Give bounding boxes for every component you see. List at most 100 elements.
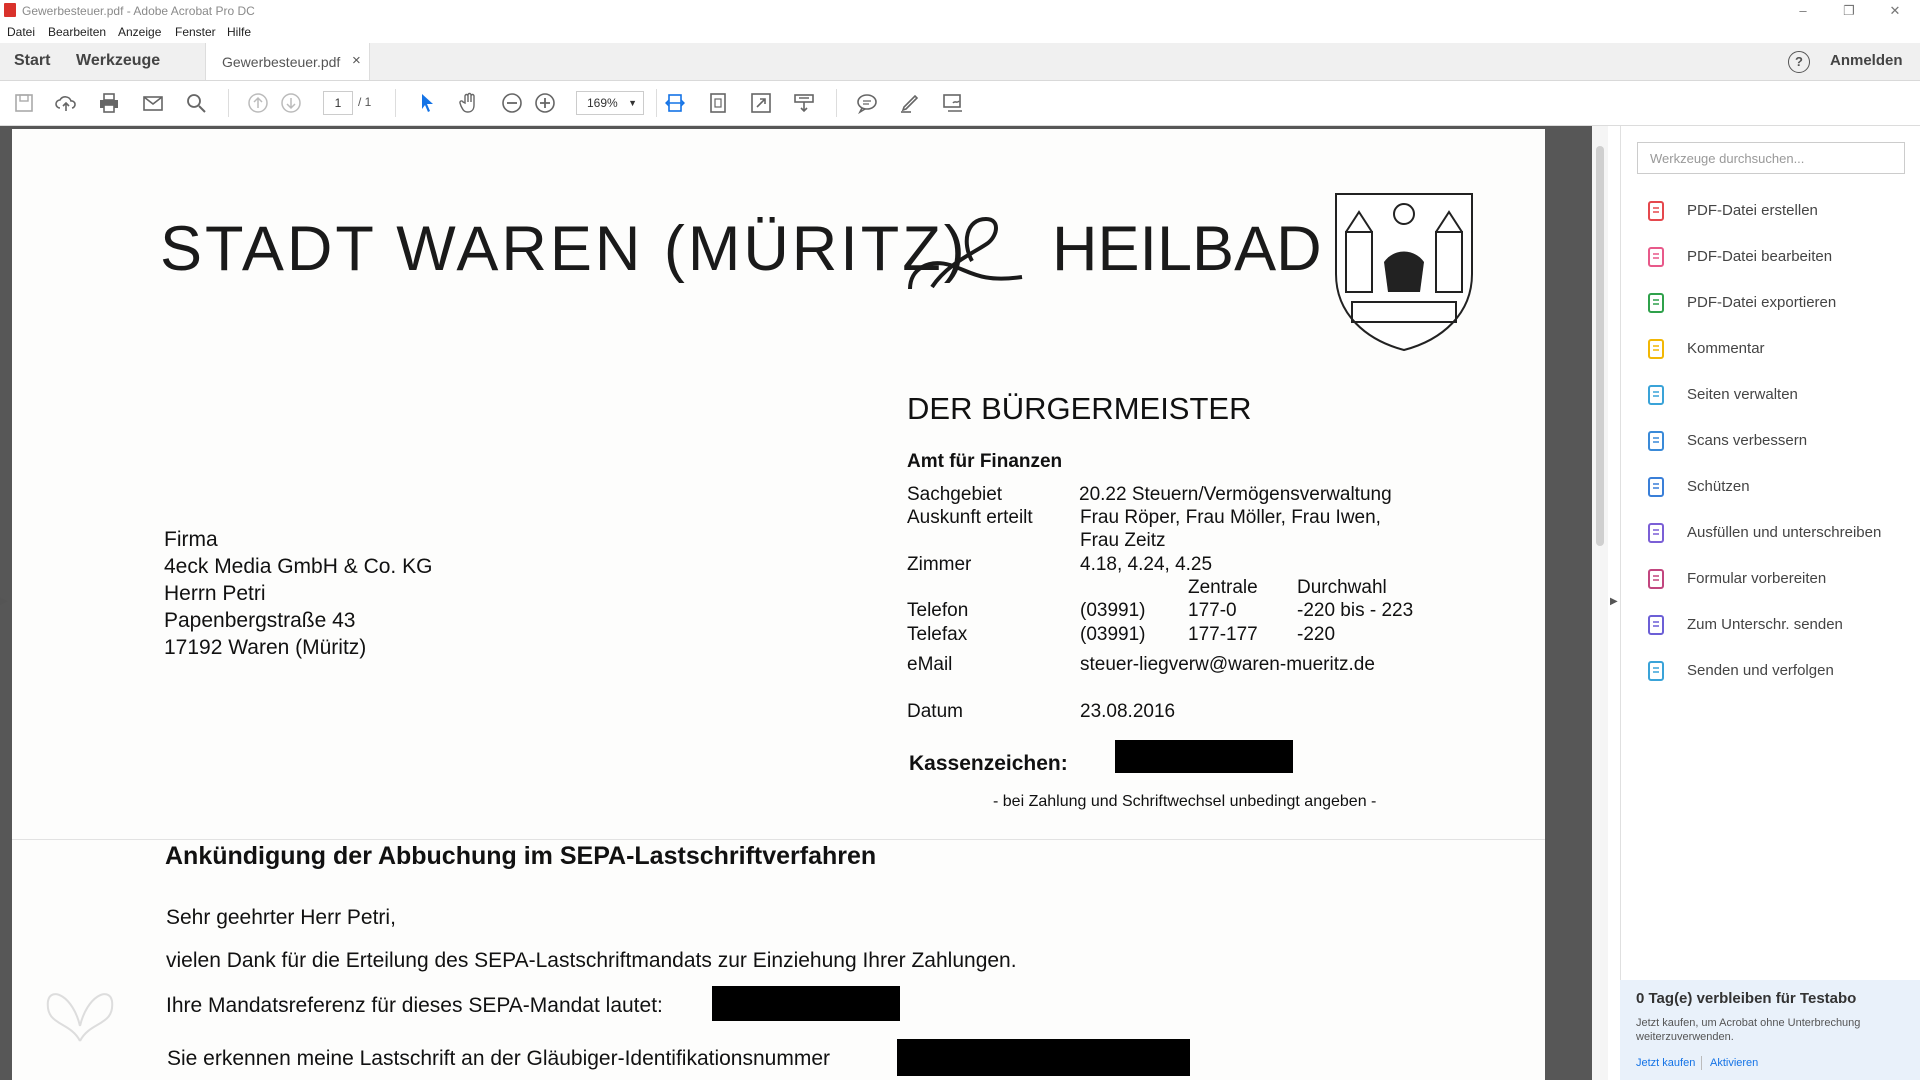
window-title: Gewerbesteuer.pdf - Adobe Acrobat Pro DC [22,4,255,18]
tool-label: Senden und verfolgen [1687,662,1834,679]
tool-item[interactable]: PDF-Datei bearbeiten [1645,240,1915,274]
help-icon[interactable]: ? [1788,51,1810,73]
collapse-left-pane-icon[interactable]: ▶ [0,596,8,607]
zimmer-value: 4.18, 4.24, 4.25 [1080,554,1213,575]
send-track-icon [1645,660,1667,682]
telefax-zentrale: 177-177 [1188,624,1258,645]
zoom-in-icon[interactable] [533,91,559,115]
redacted-kassenzeichen [1115,740,1293,773]
trial-title: 0 Tag(e) verbleiben für Testabo [1636,990,1857,1007]
search-icon[interactable] [184,91,210,115]
fold-line [12,839,1545,840]
tool-item[interactable]: Scans verbessern [1645,424,1915,458]
collapse-right-pane-icon[interactable]: ▶ [1610,596,1618,607]
page-number-input[interactable]: 1 [323,91,353,115]
enhance-scans-icon [1645,430,1667,452]
hand-icon[interactable] [457,91,483,115]
page-up-icon[interactable] [246,91,272,115]
email-value: steuer-liegverw@waren-mueritz.de [1080,654,1375,675]
letter-line-3: Sie erkennen meine Lastschrift an der Gl… [167,1047,831,1070]
tool-item[interactable]: PDF-Datei erstellen [1645,194,1915,228]
redacted-glaeubiger-id [897,1039,1190,1076]
title-bar: Gewerbesteuer.pdf - Adobe Acrobat Pro DC… [0,0,1920,22]
letter-line-1: vielen Dank für die Erteilung des SEPA-L… [166,949,1017,972]
tool-item[interactable]: PDF-Datei exportieren [1645,286,1915,320]
buy-now-link[interactable]: Jetzt kaufen [1636,1057,1695,1069]
tool-label: Schützen [1687,478,1750,495]
fullscreen-icon[interactable] [749,91,775,115]
highlight-pen-icon[interactable] [898,91,924,115]
zimmer-label: Zimmer [907,554,972,575]
tool-label: PDF-Datei exportieren [1687,294,1837,311]
minimize-button[interactable]: – [1788,2,1818,20]
letter-header-title: STADT WAREN (MÜRITZ) [160,214,968,284]
menu-hilfe[interactable]: Hilfe [227,25,251,39]
create-pdf-icon [1645,200,1667,222]
zoom-out-icon[interactable] [500,91,526,115]
tool-label: Kommentar [1687,340,1765,357]
tab-document[interactable]: Gewerbesteuer.pdf × [205,43,370,80]
upload-icon[interactable] [54,91,80,115]
activate-link[interactable]: Aktivieren [1710,1057,1758,1069]
tab-row: Start Werkzeuge Gewerbesteuer.pdf × ? An… [0,43,1920,81]
menu-bar: Datei Bearbeiten Anzeige Fenster Hilfe [0,22,1920,42]
auskunft-label: Auskunft erteilt [907,507,1033,528]
tools-pane: Werkzeuge durchsuchen... PDF-Datei erste… [1620,126,1920,1080]
document-scrollbar[interactable] [1592,126,1608,1080]
trial-banner: 0 Tag(e) verbleiben für Testabo Jetzt ka… [1620,980,1920,1080]
recipient-line: 4eck Media GmbH & Co. KG [164,555,433,578]
tool-item[interactable]: Zum Unterschr. senden [1645,608,1915,642]
prepare-form-icon [1645,568,1667,590]
tools-search-input[interactable]: Werkzeuge durchsuchen... [1637,142,1905,174]
auskunft-value-2: Frau Zeitz [1080,530,1166,551]
datum-label: Datum [907,701,963,722]
department-label: Amt für Finanzen [907,451,1063,472]
comment-icon[interactable] [855,91,881,115]
telefax-vorwahl: (03991) [1080,624,1146,645]
coat-of-arms-logo [1332,192,1476,352]
email-icon[interactable] [141,91,167,115]
tool-item[interactable]: Ausfüllen und unterschreiben [1645,516,1915,550]
trial-text: Jetzt kaufen, um Acrobat ohne Unterbrech… [1636,1017,1861,1043]
tool-label: PDF-Datei erstellen [1687,202,1818,219]
scrollbar-thumb[interactable] [1596,146,1604,546]
tool-label: Ausfüllen und unterschreiben [1687,524,1882,541]
page-down-icon[interactable] [279,91,305,115]
pdf-page: STADT WAREN (MÜRITZ) HEILBAD DER BÜRGERM… [12,129,1545,1080]
print-icon[interactable] [97,91,123,115]
zoom-level-select[interactable]: 169% ▼ [576,91,644,115]
fit-width-icon[interactable] [663,91,689,115]
tool-item[interactable]: Formular vorbereiten [1645,562,1915,596]
select-cursor-icon[interactable] [415,91,441,115]
restore-button[interactable]: ❐ [1834,2,1864,20]
page-total: / 1 [358,95,372,109]
signin-button[interactable]: Anmelden [1830,52,1903,69]
tab-start[interactable]: Start [14,52,50,70]
menu-datei[interactable]: Datei [7,25,35,39]
edit-pdf-icon [1645,246,1667,268]
col-durchwahl: Durchwahl [1297,577,1387,598]
kassenzeichen-note: - bei Zahlung und Schriftwechsel unbedin… [993,793,1377,810]
sign-icon[interactable] [941,91,967,115]
sachgebiet-value: 20.22 Steuern/Vermögensverwaltung [1079,484,1392,505]
close-tab-button[interactable]: × [352,52,361,69]
telefon-label: Telefon [907,600,969,621]
document-tab-label: Gewerbesteuer.pdf [222,54,341,70]
redacted-mandatsreferenz [712,986,900,1021]
datum-value: 23.08.2016 [1080,701,1176,722]
tool-item[interactable]: Senden und verfolgen [1645,654,1915,688]
tool-item[interactable]: Schützen [1645,470,1915,504]
menu-bearbeiten[interactable]: Bearbeiten [48,25,106,39]
menu-fenster[interactable]: Fenster [175,25,216,39]
tool-item[interactable]: Seiten verwalten [1645,378,1915,412]
tab-werkzeuge[interactable]: Werkzeuge [76,52,160,70]
tool-label: PDF-Datei bearbeiten [1687,248,1833,265]
tool-item[interactable]: Kommentar [1645,332,1915,366]
scroll-mode-icon[interactable] [792,91,818,115]
close-window-button[interactable]: ✕ [1880,2,1910,20]
fit-page-icon[interactable] [706,91,732,115]
menu-anzeige[interactable]: Anzeige [118,25,161,39]
recipient-line: Papenbergstraße 43 [164,609,356,632]
save-icon[interactable] [12,91,38,115]
document-area: STADT WAREN (MÜRITZ) HEILBAD DER BÜRGERM… [0,126,1594,1080]
